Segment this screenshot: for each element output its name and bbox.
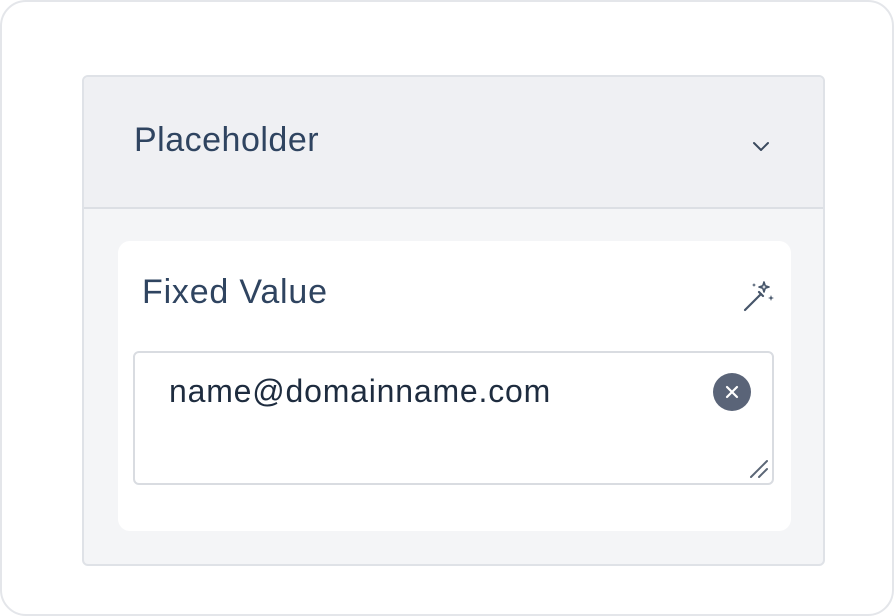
placeholder-panel: Placeholder Fixed Value name@domainname.…	[82, 75, 825, 566]
close-icon	[725, 385, 739, 399]
resize-handle-icon[interactable]	[747, 457, 769, 479]
magic-wand-icon[interactable]	[740, 279, 776, 315]
window-frame: Placeholder Fixed Value name@domainname.…	[0, 0, 894, 616]
section-title: Placeholder	[134, 121, 320, 159]
clear-icon[interactable]	[713, 373, 751, 411]
field-label: Fixed Value	[142, 273, 328, 311]
fixed-value-textarea[interactable]: name@domainname.com	[133, 351, 774, 485]
placeholder-section-header[interactable]: Placeholder	[84, 77, 823, 209]
fixed-value-card: Fixed Value name@domainname.com	[118, 241, 791, 531]
chevron-down-icon[interactable]	[750, 135, 772, 157]
textarea-value[interactable]: name@domainname.com	[169, 375, 551, 407]
